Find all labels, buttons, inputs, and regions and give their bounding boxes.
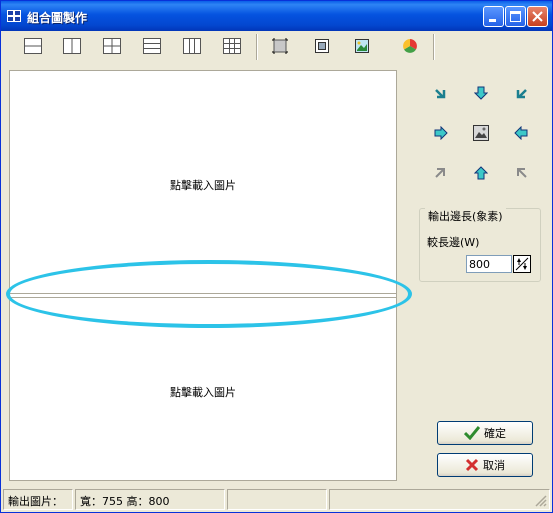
- status-label: 輸出圖片：: [3, 489, 73, 510]
- color-wheel-icon: [403, 39, 417, 53]
- layout-3-cols-icon: [183, 38, 201, 54]
- color-button[interactable]: [396, 34, 424, 58]
- layout-2-cols-icon: [63, 38, 81, 54]
- arrow-up-right-icon: [435, 168, 445, 178]
- window-title: 組合圖製作: [27, 11, 88, 25]
- crop-icon: [272, 38, 288, 54]
- long-side-spinner[interactable]: [513, 255, 531, 273]
- picture-icon: [473, 125, 489, 141]
- spinner-icon: [515, 257, 529, 271]
- align-top-left-button[interactable]: [432, 84, 450, 102]
- align-bottom-right-button[interactable]: [512, 164, 530, 182]
- ok-label: 確定: [484, 427, 506, 440]
- layout-2-rows-button[interactable]: [19, 34, 47, 58]
- bottom-image-slot[interactable]: 點擊載入圖片: [10, 384, 396, 400]
- x-icon: [465, 458, 479, 472]
- status-empty-cell: [227, 489, 327, 510]
- layout-grid-3x3-button[interactable]: [218, 34, 246, 58]
- cancel-button[interactable]: 取消: [437, 453, 533, 477]
- align-right-button[interactable]: [512, 124, 530, 142]
- top-image-slot[interactable]: 點擊載入圖片: [10, 177, 396, 193]
- layout-grid-3x3-icon: [223, 38, 241, 54]
- maximize-icon: [510, 11, 521, 22]
- highlight-ellipse: [6, 260, 412, 328]
- arrow-down-icon: [474, 86, 488, 100]
- status-empty-cell: [329, 489, 550, 510]
- align-center-button[interactable]: [472, 124, 490, 142]
- fit-frame-icon: [315, 39, 329, 53]
- align-top-button[interactable]: [472, 84, 490, 102]
- arrow-down-left-icon: [516, 89, 527, 99]
- minimize-button[interactable]: [483, 6, 504, 27]
- resize-grip-icon[interactable]: [535, 495, 547, 507]
- align-left-button[interactable]: [432, 124, 450, 142]
- arrow-down-right-icon: [435, 89, 446, 99]
- long-side-label: 較長邊(W): [427, 236, 480, 249]
- title-bar[interactable]: 組合圖製作: [1, 1, 552, 31]
- checkmark-icon: [464, 426, 480, 440]
- minimize-icon: [489, 19, 496, 22]
- layout-grid-2x2-icon: [103, 38, 121, 54]
- dialog-window: 組合圖製作 點擊載入圖片 點擊載入圖片 輸出邊長(象素) 較長邊(W) 800 …: [0, 0, 553, 513]
- status-bar: 輸出圖片： 寬：755 高：800: [3, 489, 550, 510]
- fit-frame-button[interactable]: [308, 34, 336, 58]
- close-button[interactable]: [527, 6, 548, 27]
- arrow-up-left-icon: [517, 168, 527, 178]
- status-size: 寬：755 高：800: [75, 489, 225, 510]
- align-bottom-left-button[interactable]: [432, 164, 450, 182]
- layout-3-rows-icon: [143, 38, 161, 54]
- toolbar-separator: [256, 34, 258, 60]
- stretch-button[interactable]: [348, 34, 376, 58]
- close-icon: [532, 11, 543, 22]
- toolbar-separator: [433, 34, 435, 60]
- layout-2-rows-icon: [24, 38, 42, 54]
- arrow-up-icon: [474, 166, 488, 180]
- output-size-group-label: 輸出邊長(象素): [425, 208, 506, 224]
- align-top-right-button[interactable]: [512, 84, 530, 102]
- stretch-icon: [355, 39, 369, 53]
- crop-button[interactable]: [266, 34, 294, 58]
- maximize-button[interactable]: [505, 6, 526, 27]
- layout-2-cols-button[interactable]: [58, 34, 86, 58]
- long-side-input[interactable]: [466, 255, 512, 273]
- arrow-left-icon: [514, 126, 528, 140]
- arrow-right-icon: [434, 126, 448, 140]
- align-bottom-button[interactable]: [472, 164, 490, 182]
- cancel-label: 取消: [483, 459, 505, 472]
- app-icon: [7, 10, 21, 22]
- layout-3-cols-button[interactable]: [178, 34, 206, 58]
- toolbar: [3, 31, 550, 61]
- ok-button[interactable]: 確定: [437, 421, 533, 445]
- layout-grid-2x2-button[interactable]: [98, 34, 126, 58]
- layout-3-rows-button[interactable]: [138, 34, 166, 58]
